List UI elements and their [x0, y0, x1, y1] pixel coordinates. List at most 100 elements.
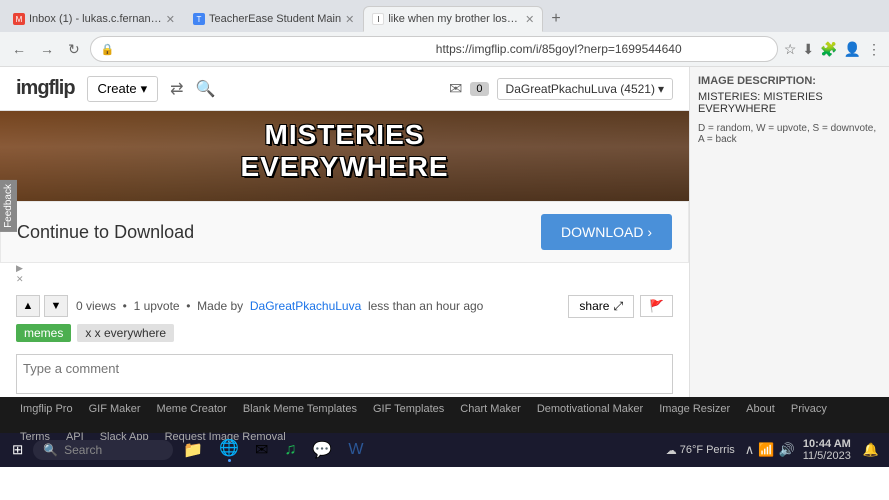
site-footer: Imgflip Pro GIF Maker Meme Creator Blank… — [0, 397, 889, 433]
vote-info: 0 views • 1 upvote • Made by DaGreatPkac… — [76, 299, 483, 313]
wifi-icon[interactable]: 📶 — [758, 442, 774, 458]
taskbar-app-discord[interactable]: 💬 — [306, 438, 338, 462]
comment-section: Add Meme Add Image Post Comment — [0, 348, 689, 397]
taskbar-app-edge[interactable]: 🌐 — [213, 436, 245, 464]
create-label: Create — [98, 81, 137, 96]
tray-chevron[interactable]: ∧ — [745, 442, 755, 458]
spotify-icon: ♫ — [284, 441, 296, 459]
meme-image-container: MISTERIES EVERYWHERE imgflip.com — [0, 111, 689, 201]
tab-close-teacherease[interactable]: ✕ — [345, 13, 354, 26]
vote-buttons: ▲ ▼ — [16, 295, 68, 317]
new-tab-button[interactable]: + — [543, 6, 568, 32]
image-description-section: IMAGE DESCRIPTION: MISTERIES: MISTERIES … — [698, 75, 881, 115]
meme-image: MISTERIES EVERYWHERE — [0, 111, 689, 201]
taskbar-app-spotify[interactable]: ♫ — [278, 439, 302, 461]
tab-gmail[interactable]: M Inbox (1) - lukas.c.fernandez@... ✕ — [4, 6, 184, 32]
tab-close-imgflip[interactable]: ✕ — [525, 13, 534, 26]
ad-icon-2[interactable]: ✕ — [16, 274, 673, 285]
ad-icon-1[interactable]: ▶ — [16, 263, 673, 274]
footer-link-gif-templates[interactable]: GIF Templates — [373, 403, 444, 415]
start-button[interactable]: ⊞ — [6, 438, 29, 462]
download-button[interactable]: DOWNLOAD › — [541, 214, 672, 250]
bookmark-icon[interactable]: ☆ — [784, 41, 797, 58]
create-chevron: ▾ — [141, 81, 148, 97]
browser-chrome: M Inbox (1) - lukas.c.fernandez@... ✕ T … — [0, 0, 889, 67]
share-button[interactable]: share ⤢ — [568, 295, 634, 318]
image-description-label: IMAGE DESCRIPTION: — [698, 75, 881, 87]
imgflip-logo[interactable]: imgflip — [16, 77, 75, 100]
clock-time: 10:44 AM — [803, 438, 851, 450]
upvote-button[interactable]: ▲ — [16, 295, 40, 317]
notification-badge[interactable]: 0 — [470, 82, 488, 96]
mail-icon[interactable]: ✉ — [449, 79, 462, 99]
tag-x-everywhere[interactable]: x x everywhere — [77, 324, 174, 342]
clock[interactable]: 10:44 AM 11/5/2023 — [799, 438, 855, 462]
shuffle-icon[interactable]: ⇄ — [170, 79, 183, 99]
create-button[interactable]: Create ▾ — [87, 76, 159, 102]
taskbar-app-word[interactable]: W — [342, 439, 369, 461]
back-button[interactable]: ← — [8, 39, 30, 59]
username-label: DaGreatPkachuLuva (4521) — [506, 82, 655, 96]
download-section: Continue to Download DOWNLOAD › — [0, 201, 689, 263]
feedback-tab[interactable]: Feedback — [0, 180, 17, 232]
author-link[interactable]: DaGreatPkachuLuva — [250, 299, 361, 313]
word-icon: W — [348, 441, 363, 459]
downvote-button[interactable]: ▼ — [44, 295, 68, 317]
profile-icon[interactable]: 👤 — [844, 41, 861, 58]
weather-location: Perris — [706, 444, 735, 456]
tab-title-gmail: Inbox (1) - lukas.c.fernandez@... — [29, 13, 162, 25]
footer-link-meme-creator[interactable]: Meme Creator — [157, 403, 227, 415]
discord-icon: 💬 — [312, 440, 332, 460]
meme-text: MISTERIES EVERYWHERE — [240, 119, 448, 182]
footer-link-privacy[interactable]: Privacy — [791, 403, 827, 415]
flag-button[interactable]: 🚩 — [640, 295, 673, 317]
tab-close-gmail[interactable]: ✕ — [166, 13, 175, 26]
continue-text: Continue to Download — [17, 222, 194, 243]
taskbar-app-explorer[interactable]: 📁 — [177, 438, 209, 462]
download-icon[interactable]: ⬇ — [802, 41, 814, 58]
refresh-button[interactable]: ↻ — [64, 39, 84, 60]
forward-button[interactable]: → — [36, 39, 58, 59]
tab-title-teacherease: TeacherEase Student Main — [209, 13, 341, 25]
teacherease-icon: T — [193, 13, 205, 25]
comment-input[interactable] — [16, 354, 673, 394]
system-tray: ∧ 📶 🔊 — [745, 442, 795, 458]
weather-widget[interactable]: ☁ 76°F Perris — [660, 444, 741, 457]
address-bar[interactable]: 🔒 https://imgflip.com/i/85goyl?nerp=1699… — [90, 36, 778, 62]
footer-link-image-resizer[interactable]: Image Resizer — [659, 403, 730, 415]
hotkeys-section: D = random, W = upvote, S = downvote, A … — [698, 123, 881, 145]
share-area: share ⤢ 🚩 — [568, 295, 673, 318]
tab-teacherease[interactable]: T TeacherEase Student Main ✕ — [184, 6, 363, 32]
menu-icon[interactable]: ⋮ — [867, 41, 881, 58]
toolbar-icons: ☆ ⬇ 🧩 👤 ⋮ — [784, 41, 881, 58]
tags-section: memes x x everywhere — [0, 324, 689, 348]
browser-tabs: M Inbox (1) - lukas.c.fernandez@... ✕ T … — [0, 0, 889, 32]
taskbar-search[interactable]: 🔍 Search — [33, 440, 173, 460]
start-icon: ⊞ — [12, 442, 23, 457]
header-right: ✉ 0 DaGreatPkachuLuva (4521) ▾ — [449, 78, 673, 100]
imgflip-header: imgflip Create ▾ ⇄ 🔍 ✉ 0 DaGreatPkachuLu… — [0, 67, 689, 111]
notification-center[interactable]: 🔔 — [859, 442, 883, 458]
share-icon: ⤢ — [613, 299, 623, 314]
volume-icon[interactable]: 🔊 — [779, 442, 795, 458]
gmail-icon: M — [13, 13, 25, 25]
browser-toolbar: ← → ↻ 🔒 https://imgflip.com/i/85goyl?ner… — [0, 32, 889, 66]
url-display: https://imgflip.com/i/85goyl?nerp=169954… — [436, 42, 767, 56]
mail-taskbar-icon: ✉ — [255, 440, 268, 460]
tab-imgflip[interactable]: I like when my brother loses hi... ✕ — [363, 6, 543, 32]
footer-link-gif-maker[interactable]: GIF Maker — [89, 403, 141, 415]
footer-link-chart-maker[interactable]: Chart Maker — [460, 403, 521, 415]
footer-link-blank-meme[interactable]: Blank Meme Templates — [243, 403, 357, 415]
imgflip-favicon: I — [372, 13, 384, 25]
search-icon[interactable]: 🔍 — [196, 79, 216, 99]
vote-section: ▲ ▼ 0 views • 1 upvote • Made by DaGreat… — [0, 289, 689, 324]
footer-link-about[interactable]: About — [746, 403, 775, 415]
user-chevron: ▾ — [658, 82, 664, 96]
ad-bar: ▶ ✕ — [0, 263, 689, 289]
tag-memes[interactable]: memes — [16, 324, 71, 342]
footer-link-imgflip-pro[interactable]: Imgflip Pro — [20, 403, 73, 415]
taskbar-app-mail[interactable]: ✉ — [249, 438, 274, 462]
user-menu-button[interactable]: DaGreatPkachuLuva (4521) ▾ — [497, 78, 673, 100]
footer-link-demotivational[interactable]: Demotivational Maker — [537, 403, 643, 415]
extensions-icon[interactable]: 🧩 — [820, 41, 837, 58]
